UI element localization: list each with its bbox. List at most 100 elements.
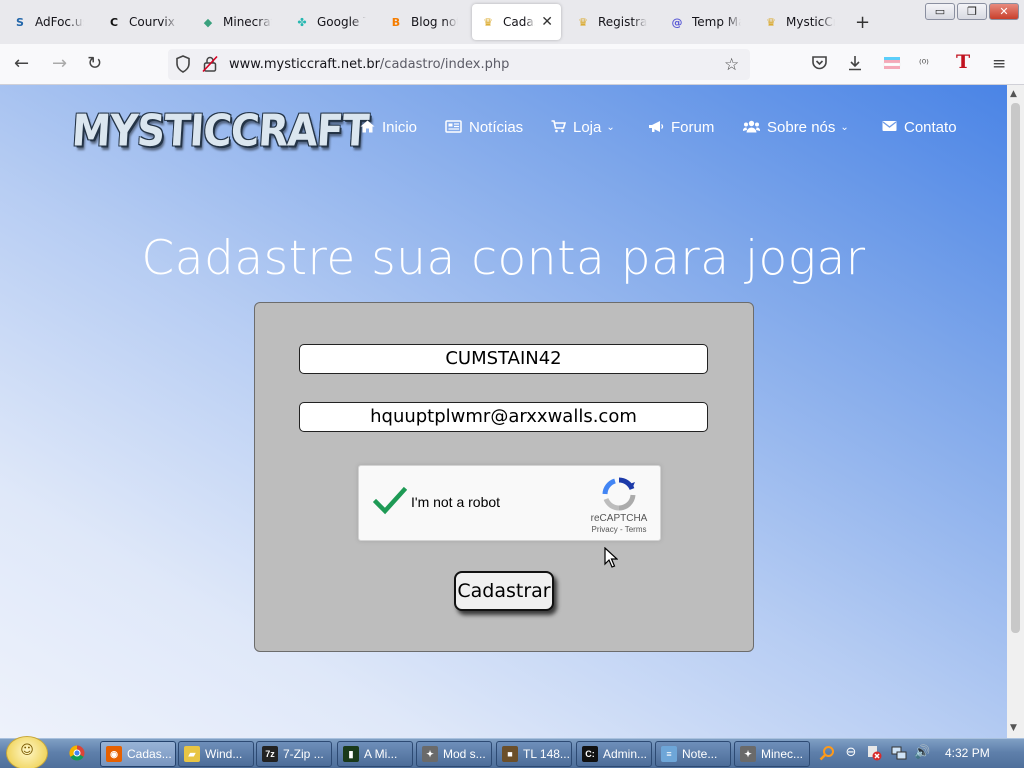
browser-tab[interactable]: ♛ Registrati xyxy=(567,4,655,40)
envelope-icon xyxy=(882,120,897,135)
nav-forum-label: Forum xyxy=(671,119,715,136)
forward-arrow-icon[interactable]: → xyxy=(52,54,67,74)
start-button[interactable]: ☺ xyxy=(6,736,48,768)
7zip-icon: 7z xyxy=(262,746,278,762)
nav-contato[interactable]: Contato xyxy=(882,119,957,136)
home-icon xyxy=(360,120,375,136)
mod-icon: ✦ xyxy=(740,746,756,762)
hamburger-menu-icon[interactable]: ≡ xyxy=(992,55,1006,73)
nav-loja-label: Loja xyxy=(573,119,602,136)
browser-tab[interactable]: ✤ Google Tr xyxy=(286,4,374,40)
reload-icon[interactable]: ↻ xyxy=(87,54,102,74)
site-logo[interactable]: MYSTICCRAFT xyxy=(70,103,369,163)
browser-tab[interactable]: ◆ Minecraft xyxy=(192,4,280,40)
nav-sobre-nos-label: Sobre nós xyxy=(767,119,836,136)
taskbar-button[interactable]: ✦ Mod s... xyxy=(416,741,492,767)
blogger-icon: B xyxy=(391,15,401,29)
page-scrollbar[interactable]: ▲ ▼ xyxy=(1007,85,1024,738)
taskbar-button[interactable]: ■ TL 148... xyxy=(496,741,572,767)
taskbar-button[interactable]: ▰ Wind... xyxy=(178,741,254,767)
taskbar-button[interactable]: ▮ A Mi... xyxy=(337,741,413,767)
taskbar-button-label: Wind... xyxy=(205,747,243,761)
back-arrow-icon[interactable]: ← xyxy=(14,54,29,74)
taskbar-button-label: Mod s... xyxy=(443,747,486,761)
tab-title: Google Tr xyxy=(317,15,366,29)
pocket-icon[interactable] xyxy=(811,55,828,75)
t-extension-icon[interactable]: T xyxy=(956,53,970,72)
navigation-toolbar: ← → ↻ www.mysticcraft.net.br/cadastro/in… xyxy=(0,44,1024,85)
minus-circle-tray-icon[interactable]: ⊖ xyxy=(843,745,859,761)
folder-icon: ▰ xyxy=(184,746,200,762)
tab-title: Blog not f xyxy=(411,15,458,29)
download-icon[interactable] xyxy=(847,55,863,75)
tab-title: AdFoc.us xyxy=(35,15,84,29)
nav-inicio[interactable]: Inicio xyxy=(360,119,417,136)
container-flag-icon[interactable] xyxy=(883,55,901,75)
security-alert-tray-icon[interactable] xyxy=(866,745,882,761)
insecure-lock-icon[interactable] xyxy=(202,55,218,77)
tab-title: MysticCra xyxy=(786,15,835,29)
volume-tray-icon[interactable]: 🔊 xyxy=(914,745,930,761)
new-tab-button[interactable]: + xyxy=(855,12,870,33)
url-path: /cadastro/index.php xyxy=(379,57,510,72)
at-sign-icon: @ xyxy=(671,15,683,29)
puzzle-icon: ✤ xyxy=(297,15,307,29)
scrollbar-thumb[interactable] xyxy=(1011,103,1020,633)
bookmark-star-icon[interactable]: ☆ xyxy=(724,55,739,75)
smiley-icon: ☺ xyxy=(20,743,34,758)
username-field[interactable]: CUMSTAIN42 xyxy=(299,344,708,374)
email-field[interactable]: hquuptplwmr@arxxwalls.com xyxy=(299,402,708,432)
browser-tab[interactable]: @ Temp Ma xyxy=(661,4,749,40)
taskbar-button-label: Cadas... xyxy=(127,747,172,761)
firefox-icon: ◉ xyxy=(106,746,122,762)
system-clock[interactable]: 4:32 PM xyxy=(945,746,990,760)
close-tab-icon[interactable]: ✕ xyxy=(541,14,553,30)
minecraft-cube-icon: ◆ xyxy=(203,15,213,29)
taskbar-button-label: Note... xyxy=(682,747,718,761)
mysticcraft-icon: ♛ xyxy=(578,15,588,29)
network-tray-icon[interactable] xyxy=(891,745,907,761)
minimize-button[interactable]: ▭ xyxy=(925,3,955,20)
chrome-quicklaunch-icon[interactable] xyxy=(69,745,85,761)
tab-title: Minecraft xyxy=(223,15,272,29)
browser-tab[interactable]: ♛ MysticCra xyxy=(755,4,843,40)
mod-icon: ✦ xyxy=(422,746,438,762)
extension-icon[interactable]: ⁽⁰⁾ xyxy=(919,55,929,73)
captcha-checkmark-icon[interactable] xyxy=(372,484,408,518)
taskbar-button-label: Minec... xyxy=(761,747,804,761)
nav-contato-label: Contato xyxy=(904,119,957,136)
scroll-down-arrow-icon[interactable]: ▼ xyxy=(1010,723,1017,733)
captcha-privacy-terms-links[interactable]: Privacy - Terms xyxy=(581,525,657,534)
scroll-up-arrow-icon[interactable]: ▲ xyxy=(1010,89,1017,99)
taskbar-button[interactable]: C: Admin... xyxy=(576,741,652,767)
recaptcha-logo-icon xyxy=(601,476,637,512)
megaphone-icon xyxy=(648,120,664,136)
search-tray-icon[interactable] xyxy=(819,745,835,761)
browser-tab-strip: S AdFoc.us C Courvix N ◆ Minecraft ✤ Google Tr B… xyxy=(0,0,1024,44)
taskbar-button[interactable]: ≡ Note... xyxy=(655,741,731,767)
close-window-button[interactable]: ✕ xyxy=(989,3,1019,20)
nav-noticias[interactable]: Notícias xyxy=(445,119,523,136)
tab-title: Courvix N xyxy=(129,15,178,29)
mysticcraft-icon: ♛ xyxy=(766,15,776,29)
chevron-down-icon: ⌄ xyxy=(840,122,849,133)
taskbar-button[interactable]: 7z 7-Zip ... xyxy=(256,741,332,767)
logo-text: MYSTICCRAFT xyxy=(70,106,370,157)
taskbar-button[interactable]: ✦ Minec... xyxy=(734,741,810,767)
nav-sobre-nos[interactable]: Sobre nós ⌄ xyxy=(742,119,849,136)
registration-form: CUMSTAIN42 hquuptplwmr@arxxwalls.com I'm… xyxy=(254,302,754,652)
nav-forum[interactable]: Forum xyxy=(648,119,714,136)
shield-icon[interactable] xyxy=(175,55,191,77)
url-bar[interactable]: www.mysticcraft.net.br/cadastro/index.ph… xyxy=(168,49,750,80)
browser-tab[interactable]: S AdFoc.us xyxy=(4,4,92,40)
browser-tab[interactable]: C Courvix N xyxy=(98,4,186,40)
browser-tab[interactable]: B Blog not f xyxy=(380,4,466,40)
taskbar-button[interactable]: ◉ Cadas... xyxy=(100,741,176,767)
restore-button[interactable]: ❐ xyxy=(957,3,987,20)
url-text[interactable]: www.mysticcraft.net.br/cadastro/index.ph… xyxy=(229,57,509,72)
cadastrar-button[interactable]: Cadastrar xyxy=(454,571,554,611)
nav-loja[interactable]: Loja ⌄ xyxy=(551,119,615,136)
captcha-label[interactable]: I'm not a robot xyxy=(411,494,500,510)
adfocus-icon: S xyxy=(16,15,24,29)
browser-tab[interactable]: ♛ Cadast ✕ xyxy=(472,4,561,40)
